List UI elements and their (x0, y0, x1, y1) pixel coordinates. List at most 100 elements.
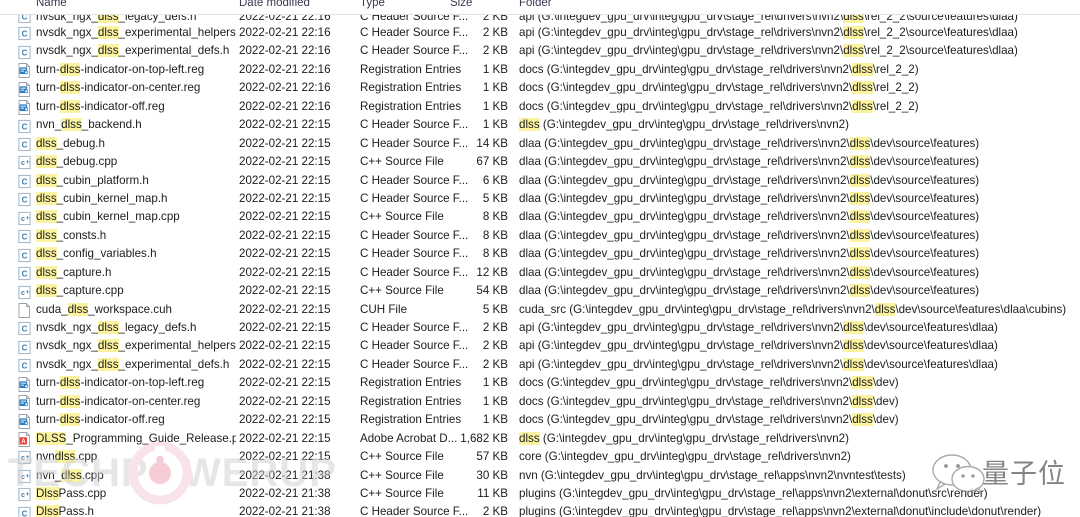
file-name: turn-dlss-indicator-on-top-left.reg (36, 62, 205, 76)
file-name: nvndlss.cpp (36, 450, 98, 464)
cpp-source-file-icon: c + (18, 211, 31, 225)
file-size: 1 KB (482, 118, 508, 132)
column-header-size[interactable]: Size (450, 0, 472, 9)
file-size: 2 KB (482, 505, 508, 517)
blank-document-icon (18, 303, 31, 318)
file-row[interactable]: Cnvn_dlss_backend.h 2022-02-21 22:15 C Hea… (0, 116, 1080, 134)
file-folder-path: dlaa (G:\integdev_gpu_drv\integ\gpu_drv\… (519, 247, 980, 261)
file-row[interactable]: c + dlss_debug.cpp 2022-02-21 22:15 C++ Sour… (0, 153, 1080, 171)
c-header-file-icon: C (18, 229, 31, 244)
file-row[interactable]: Cnvsdk_ngx_dlss_legacy_defs.h 2022-02-21 … (0, 319, 1080, 337)
svg-text:+: + (26, 492, 30, 499)
file-row[interactable]: c + nvn_dlss.cpp 2022-02-21 21:38 C++ Source… (0, 467, 1080, 485)
cpp-source-file-icon: c + (18, 469, 31, 483)
c-header-file-icon: C (18, 192, 31, 207)
file-row[interactable]: turn-dlss-indicator-on-top-left.reg 2022-… (0, 61, 1080, 79)
file-folder-path: dlaa (G:\integdev_gpu_drv\integ\gpu_drv\… (519, 228, 980, 242)
svg-text:C: C (22, 509, 28, 517)
svg-text:C: C (22, 251, 28, 260)
file-row[interactable]: Cnvsdk_ngx_dlss_experimental_helpers.h 20… (0, 337, 1080, 355)
file-row[interactable]: Cnvsdk_ngx_dlss_experimental_helpers.h 20… (0, 24, 1080, 42)
svg-text:C: C (22, 325, 28, 334)
file-row[interactable]: turn-dlss-indicator-off.reg 2022-02-21 22… (0, 411, 1080, 429)
file-size: 2 KB (482, 14, 508, 23)
file-row[interactable]: A DLSS_Programming_Guide_Release.pdf 2022-… (0, 430, 1080, 448)
file-folder-path: docs (G:\integdev_gpu_drv\integ\gpu_drv\… (519, 394, 899, 408)
column-header-folder[interactable]: Folder (519, 0, 552, 9)
file-row[interactable]: Cdlss_cubin_platform.h 2022-02-21 22:15 C … (0, 172, 1080, 190)
file-folder-path: api (G:\integdev_gpu_drv\integ\gpu_drv\s… (519, 357, 998, 371)
file-row[interactable]: c + dlss_capture.cpp 2022-02-21 22:15 C++ So… (0, 282, 1080, 300)
c-header-file-icon: C (18, 26, 31, 41)
file-row[interactable]: Cdlss_capture.h 2022-02-21 22:15 C Header … (0, 264, 1080, 282)
file-name: dlss_debug.h (36, 136, 105, 150)
svg-text:c: c (21, 216, 25, 223)
svg-text:c: c (21, 161, 25, 168)
file-row[interactable]: turn-dlss-indicator-on-center.reg 2022-02… (0, 393, 1080, 411)
c-header-file-icon: C (18, 340, 31, 354)
file-name: nvsdk_ngx_dlss_legacy_defs.h (36, 321, 197, 334)
file-size: 1 KB (482, 394, 508, 408)
file-name: cuda_dlss_workspace.cuh (36, 302, 172, 316)
file-size: 14 KB (476, 136, 508, 150)
svg-text:c: c (21, 456, 25, 463)
c-header-file-icon: C (18, 321, 31, 336)
file-row[interactable]: c + nvndlss.cpp 2022-02-21 22:15 C++ Source … (0, 448, 1080, 466)
file-size: 5 KB (482, 302, 508, 316)
svg-text:+: + (26, 473, 30, 480)
column-header-type[interactable]: Type (360, 0, 385, 9)
file-row[interactable]: c + dlss_cubin_kernel_map.cpp 2022-02-21 22… (0, 208, 1080, 226)
file-folder-path: cuda_src (G:\integdev_gpu_drv\integ\gpu_… (519, 302, 1067, 316)
svg-text:+: + (26, 455, 30, 462)
file-name: DLSS_Programming_Guide_Release.pdf (36, 431, 236, 445)
svg-text:c: c (21, 493, 25, 500)
registry-file-icon (18, 100, 31, 116)
file-name: turn-dlss-indicator-on-top-left.reg (36, 376, 205, 390)
file-size: 2 KB (482, 357, 508, 371)
file-size: 6 KB (482, 173, 508, 187)
file-folder-path: docs (G:\integdev_gpu_drv\integ\gpu_drv\… (519, 81, 919, 95)
svg-text:C: C (22, 48, 28, 57)
cpp-source-file-icon: c + (18, 155, 31, 170)
file-row[interactable]: C DlssPass.h 2022-02-21 21:38 C Header Sour… (0, 503, 1080, 517)
column-header-date[interactable]: Date modified (239, 0, 310, 9)
svg-text:C: C (22, 30, 28, 39)
registry-file-icon (18, 395, 31, 411)
file-folder-path: docs (G:\integdev_gpu_drv\integ\gpu_drv\… (519, 376, 899, 390)
registry-file-icon (18, 413, 31, 429)
file-folder-path: plugins (G:\integdev_gpu_drv\integ\gpu_d… (519, 505, 1042, 517)
file-row[interactable]: Cdlss_consts.h 2022-02-21 22:15 C Header S… (0, 227, 1080, 245)
file-size: 1 KB (482, 81, 508, 95)
column-header-name[interactable]: Name (36, 0, 67, 9)
file-name: nvsdk_ngx_dlss_experimental_helpers.h (36, 26, 236, 39)
file-row[interactable]: cuda_dlss_workspace.cuh 2022-02-21 22:15 C… (0, 301, 1080, 319)
file-name: dlss_cubin_platform.h (36, 173, 149, 187)
file-size: 54 KB (476, 284, 508, 298)
file-folder-path: plugins (G:\integdev_gpu_drv\integ\gpu_d… (519, 486, 988, 500)
file-size: 11 KB (477, 486, 508, 500)
file-row[interactable]: Cnvsdk_ngx_dlss_experimental_defs.h 2022-… (0, 356, 1080, 374)
file-row[interactable]: turn-dlss-indicator-on-center.reg 2022-02… (0, 79, 1080, 97)
svg-text:C: C (22, 269, 28, 278)
c-header-file-icon: C (18, 266, 31, 281)
file-row[interactable]: Cdlss_config_variables.h 2022-02-21 22:15… (0, 245, 1080, 263)
file-row[interactable]: turn-dlss-indicator-off.reg 2022-02-21 22… (0, 98, 1080, 116)
file-name: turn-dlss-indicator-on-center.reg (36, 394, 201, 408)
file-row[interactable]: Cdlss_cubin_kernel_map.h 2022-02-21 22:15… (0, 190, 1080, 208)
file-folder-path: api (G:\integdev_gpu_drv\integ\gpu_drv\s… (519, 26, 1018, 39)
file-row[interactable]: Cnvsdk_ngx_dlss_experimental_defs.h 2022-… (0, 42, 1080, 60)
file-size: 8 KB (482, 210, 508, 224)
file-name: nvsdk_ngx_dlss_legacy_defs.h (36, 14, 236, 23)
file-folder-path: dlss (G:\integdev_gpu_drv\integ\gpu_drv\… (519, 431, 849, 445)
svg-text:+: + (26, 289, 30, 296)
file-row[interactable]: c + DlssPass.cpp 2022-02-21 21:38 C++ Source… (0, 485, 1080, 503)
file-row[interactable]: turn-dlss-indicator-on-top-left.reg 2022-… (0, 374, 1080, 392)
file-size: 8 KB (482, 247, 508, 261)
file-size: 2 KB (482, 339, 508, 353)
file-row[interactable]: Cnvsdk_ngx_dlss_legacy_defs.h 2022-02-21 … (0, 14, 1080, 24)
c-header-file-icon: C (18, 358, 31, 373)
file-row[interactable]: Cdlss_debug.h 2022-02-21 22:15 C Header So… (0, 135, 1080, 153)
file-folder-path: api (G:\integdev_gpu_drv\integ\gpu_drv\s… (519, 44, 1018, 58)
svg-text:c: c (21, 474, 25, 481)
c-header-file-icon: C (18, 506, 31, 517)
